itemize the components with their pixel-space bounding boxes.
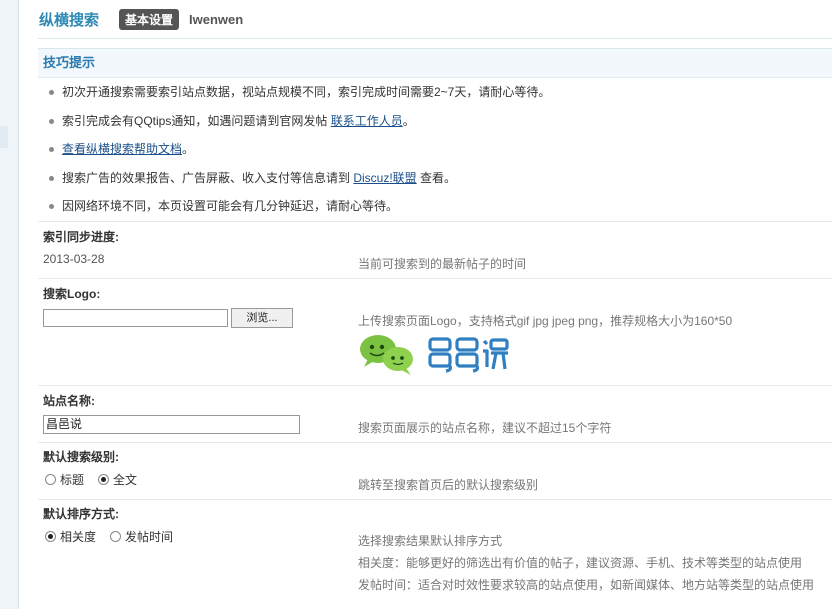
sidebar-handle[interactable]	[0, 126, 8, 148]
help-doc-link[interactable]: 查看纵横搜索帮助文档	[62, 142, 182, 156]
user-name: Iwenwen	[189, 11, 244, 27]
sort-order-radio-group: 相关度 发帖时间	[45, 528, 187, 545]
sort-relevance-desc: 相关度：能够更好的筛选出有价值的帖子，建议资源、手机、技术等类型的站点使用	[358, 555, 803, 570]
tips-title: 技巧提示	[38, 49, 832, 78]
tip-item: 查看纵横搜索帮助文档。	[38, 135, 832, 164]
search-level-row: 默认搜索级别: 标题 全文 跳转至搜索首页后的默认搜索级别	[38, 441, 832, 499]
index-progress-desc: 当前可搜索到的最新帖子的时间	[358, 256, 527, 271]
tips-panel: 技巧提示 初次开通搜索需要索引站点数据，视站点规模不同，索引完成时间需要2~7天…	[38, 48, 832, 221]
site-name-row: 站点名称: 昌邑说 搜索页面展示的站点名称，建议不超过15个字符	[38, 384, 832, 442]
sort-order-label: 默认排序方式:	[43, 506, 119, 521]
index-progress-label: 索引同步进度:	[43, 229, 119, 244]
contact-staff-link[interactable]: 联系工作人员	[331, 114, 403, 128]
radio-button[interactable]	[45, 473, 56, 485]
tip-item: 搜索广告的效果报告、广告屏蔽、收入支付等信息请到 Discuz!联盟 查看。	[38, 164, 832, 193]
radio-title-option[interactable]: 标题	[45, 471, 84, 488]
site-name-desc: 搜索页面展示的站点名称，建议不超过15个字符	[358, 420, 612, 435]
discuz-union-link[interactable]: Discuz!联盟	[353, 171, 416, 185]
page-title[interactable]: 纵横搜索	[39, 9, 99, 30]
site-name-input[interactable]: 昌邑说	[43, 414, 300, 434]
logo-file-input[interactable]	[43, 308, 228, 327]
logo-wordmark	[428, 336, 509, 373]
sort-post-time-desc: 发帖时间：适合对时效性要求较高的站点使用，如新闻媒体、地方站等类型的站点使用	[358, 577, 815, 592]
site-logo-image	[360, 334, 509, 375]
left-sidebar-strip	[0, 0, 19, 609]
search-level-label: 默认搜索级别:	[43, 449, 119, 464]
search-logo-desc: 上传搜索页面Logo，支持格式gif jpg jpeg png，推荐规格大小为1…	[358, 313, 733, 328]
bullet-icon	[49, 90, 54, 95]
tips-list: 初次开通搜索需要索引站点数据，视站点规模不同，索引完成时间需要2~7天，请耐心等…	[38, 78, 832, 221]
tab-basic-settings[interactable]: 基本设置	[119, 8, 180, 30]
search-level-radio-group: 标题 全文	[45, 471, 151, 488]
tip-item: 因网络环境不同，本页设置可能会有几分钟延迟，请耐心等待。	[38, 192, 832, 221]
main-panel: 纵横搜索 基本设置 Iwenwen 技巧提示 初次开通搜索需要索引站点数据，视站…	[38, 0, 832, 609]
index-progress-value: 2013-03-28	[43, 251, 105, 266]
chat-bubble-icon	[360, 334, 413, 375]
radio-button-checked[interactable]	[98, 473, 110, 485]
browse-button[interactable]: 浏览...	[231, 307, 293, 328]
radio-relevance-option[interactable]: 相关度	[45, 528, 96, 545]
site-name-label: 站点名称:	[43, 393, 95, 408]
tip-item: 初次开通搜索需要索引站点数据，视站点规模不同，索引完成时间需要2~7天，请耐心等…	[38, 78, 832, 107]
tip-item: 索引完成会有QQtips通知，如遇问题请到官网发帖 联系工作人员。	[38, 107, 832, 136]
search-logo-label: 搜索Logo:	[43, 286, 101, 301]
radio-fulltext-option[interactable]: 全文	[98, 471, 137, 488]
index-progress-row: 索引同步进度: 2013-03-28 当前可搜索到的最新帖子的时间	[38, 220, 832, 278]
search-level-desc: 跳转至搜索首页后的默认搜索级别	[358, 477, 539, 492]
bullet-icon	[49, 175, 54, 181]
page-header: 纵横搜索 基本设置 Iwenwen	[38, 0, 832, 39]
bullet-icon	[49, 204, 54, 209]
sort-order-desc: 选择搜索结果默认排序方式	[358, 533, 503, 548]
search-logo-row: 搜索Logo: 浏览... 上传搜索页面Logo，支持格式gif jpg jpe…	[38, 277, 832, 385]
bullet-icon	[49, 118, 54, 124]
radio-button-checked[interactable]	[45, 530, 56, 542]
radio-post-time-option[interactable]: 发帖时间	[110, 528, 173, 545]
bullet-icon	[49, 147, 54, 152]
radio-button[interactable]	[110, 530, 122, 542]
sort-order-row: 默认排序方式: 相关度 发帖时间 选择搜索结果默认排序方式 相关度：能够更好的筛…	[38, 498, 832, 600]
